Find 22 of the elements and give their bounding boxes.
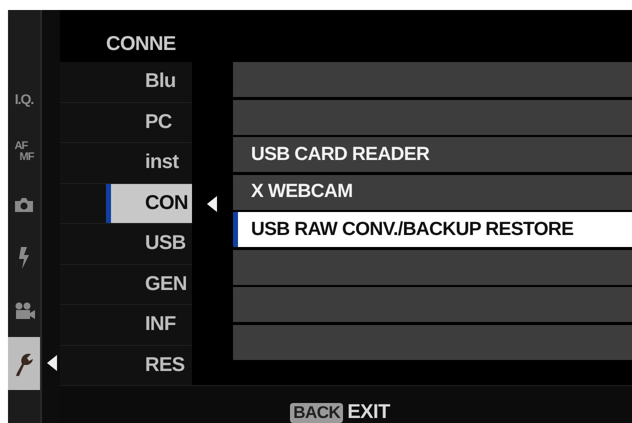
tab-label: I.Q. <box>14 90 34 106</box>
empty-option[interactable] <box>233 62 632 97</box>
camera-icon <box>15 198 33 212</box>
flash-icon <box>18 246 30 268</box>
tab-label: MF <box>18 152 34 162</box>
empty-option[interactable] <box>233 287 632 322</box>
menu-title: CONNE <box>106 34 176 54</box>
sidebar-tab[interactable]: AF MF <box>8 125 40 178</box>
popup-option[interactable]: USB RAW CONV./BACKUP RESTORE <box>233 212 632 247</box>
left-arrow-icon <box>47 355 57 371</box>
back-button[interactable]: BACK <box>290 403 344 423</box>
left-arrow-icon <box>207 196 217 212</box>
exit-label: EXIT <box>347 401 390 423</box>
movie-camera-icon <box>13 302 35 320</box>
empty-option[interactable] <box>233 100 632 134</box>
sidebar-tab[interactable] <box>8 337 40 390</box>
popup-option[interactable]: X WEBCAM <box>233 174 632 210</box>
empty-option[interactable] <box>233 250 632 284</box>
tab-label: AF <box>14 140 29 152</box>
sidebar-tab[interactable]: I.Q. <box>8 72 40 125</box>
empty-option[interactable] <box>233 324 632 360</box>
popup-option[interactable]: USB CARD READER <box>233 137 632 172</box>
